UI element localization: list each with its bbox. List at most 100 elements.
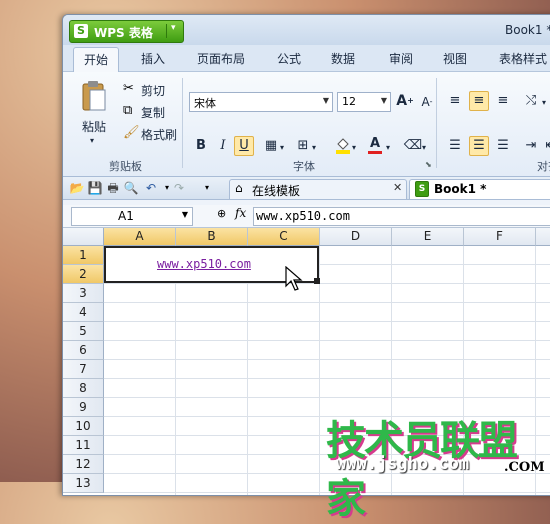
formula-value: www.xp510.com xyxy=(256,209,350,223)
doc-tab-templates[interactable]: ⌂ 在线模板 xyxy=(229,179,407,199)
text-direction-dropdown-icon[interactable]: ▾ xyxy=(539,93,549,113)
row-header-10[interactable]: 10 xyxy=(63,417,104,436)
zoom-icon[interactable]: ⊕ xyxy=(217,207,226,220)
wps-s-icon: S xyxy=(74,24,88,38)
column-header-d[interactable]: D xyxy=(320,228,392,246)
ribbon-tabs: 开始 插入 页面布局 公式 数据 审阅 视图 表格样式 xyxy=(63,45,550,74)
indent-icon: ⇥ xyxy=(525,138,537,153)
column-header-e[interactable]: E xyxy=(392,228,464,246)
quickbar-dropdown-icon[interactable]: ▾ xyxy=(199,180,215,196)
format-painter-button[interactable]: 🖌 格式刷 xyxy=(121,125,191,143)
align-center-button[interactable]: ☰ xyxy=(469,136,489,156)
align-middle-button[interactable]: ≡ xyxy=(469,91,489,111)
clipboard-group-title: 剪贴板 xyxy=(109,160,142,173)
cell-reference: A1 xyxy=(118,209,134,223)
text-direction-button[interactable]: ⤭ xyxy=(521,91,541,111)
copy-button[interactable]: ⧉ 复制 xyxy=(121,103,191,121)
align-right-button[interactable]: ☰ xyxy=(493,136,513,156)
merged-cell-link-text[interactable]: www.xp510.com xyxy=(157,257,251,271)
row-header-3[interactable]: 3 xyxy=(63,284,104,303)
row-header-6[interactable]: 6 xyxy=(63,341,104,360)
column-header-b[interactable]: B xyxy=(176,228,248,246)
column-header-a[interactable]: A xyxy=(104,228,176,246)
row-header-11[interactable]: 11 xyxy=(63,436,104,455)
open-folder-icon[interactable]: 📂 xyxy=(69,180,85,196)
row-header-12[interactable]: 12 xyxy=(63,455,104,474)
clear-format-dropdown-icon[interactable]: ▾ xyxy=(419,138,429,158)
wps-menu-button[interactable]: S WPS 表格 ▾ xyxy=(69,20,184,43)
align-bottom-icon: ≡ xyxy=(497,93,509,108)
paste-label[interactable]: 粘贴 xyxy=(82,118,106,135)
column-header-f[interactable]: F xyxy=(464,228,536,246)
column-header-g[interactable] xyxy=(536,228,550,246)
save-icon[interactable]: 💾 xyxy=(87,180,103,196)
brush-icon: 🖌 xyxy=(123,125,140,140)
paste-button[interactable] xyxy=(81,80,107,112)
row-header-13[interactable]: 13 xyxy=(63,474,104,493)
close-tab-icon[interactable]: ✕ xyxy=(393,181,402,194)
tab-data[interactable]: 数据 xyxy=(331,50,355,67)
underline-button[interactable]: U xyxy=(234,136,254,156)
font-color-dropdown-icon[interactable]: ▾ xyxy=(383,138,393,158)
align-left-button[interactable]: ☰ xyxy=(445,136,465,156)
doc-tab-book1-label: Book1 * xyxy=(434,182,487,196)
gridline xyxy=(104,397,550,398)
gridline xyxy=(104,321,550,322)
indent-button[interactable]: ⇥ xyxy=(521,136,541,156)
doc-tab-book1[interactable]: S Book1 * xyxy=(409,179,550,199)
tab-review[interactable]: 审阅 xyxy=(389,50,413,67)
merge-dropdown-icon[interactable]: ▾ xyxy=(309,138,319,158)
tab-formulas[interactable]: 公式 xyxy=(277,50,301,67)
select-all-corner[interactable] xyxy=(63,228,104,246)
row-header-2[interactable]: 2 xyxy=(63,265,104,284)
paste-dropdown-icon[interactable]: ▾ xyxy=(90,136,94,145)
tab-home[interactable]: 开始 xyxy=(73,47,120,74)
row-header-9[interactable]: 9 xyxy=(63,398,104,417)
row-header-7[interactable]: 7 xyxy=(63,360,104,379)
chevron-down-icon: ▼ xyxy=(322,96,329,105)
align-top-button[interactable]: ≡ xyxy=(445,91,465,111)
fill-handle[interactable] xyxy=(314,278,320,284)
font-color-button[interactable]: A xyxy=(365,134,385,154)
tab-table-style[interactable]: 表格样式 xyxy=(499,50,547,67)
redo-icon[interactable]: ↷ xyxy=(171,180,187,196)
watermark-url: www.jsgho.com xyxy=(336,454,470,474)
title-bar: S WPS 表格 ▾ Book1 * xyxy=(63,15,550,45)
tab-view[interactable]: 视图 xyxy=(443,50,467,67)
formula-input[interactable]: www.xp510.com xyxy=(253,207,550,226)
align-left-icon: ☰ xyxy=(449,138,461,153)
undo-icon[interactable]: ↶ xyxy=(143,180,159,196)
wps-dropdown-icon[interactable]: ▾ xyxy=(171,23,176,33)
tab-insert[interactable]: 插入 xyxy=(141,50,165,67)
font-dialog-launcher-icon[interactable]: ⬊ xyxy=(425,160,432,169)
print-icon[interactable]: 🖶 xyxy=(105,180,121,196)
align-bottom-button[interactable]: ≡ xyxy=(493,91,513,111)
font-name-select[interactable]: 宋体 ▼ xyxy=(189,92,333,112)
tab-page-layout[interactable]: 页面布局 xyxy=(197,50,245,67)
outdent-button[interactable]: ⇤ xyxy=(541,136,550,156)
row-header-1[interactable]: 1 xyxy=(63,246,104,265)
align-middle-icon: ≡ xyxy=(473,93,485,108)
row-header-8[interactable]: 8 xyxy=(63,379,104,398)
row-header-4[interactable]: 4 xyxy=(63,303,104,322)
doc-tab-templates-label: 在线模板 xyxy=(252,184,301,198)
bold-button[interactable]: B xyxy=(191,136,211,156)
copy-icon: ⧉ xyxy=(123,103,133,118)
cut-button[interactable]: ✂ 剪切 xyxy=(121,81,191,99)
italic-button[interactable]: I xyxy=(213,136,233,156)
column-header-c[interactable]: C xyxy=(248,228,320,246)
grow-font-button[interactable]: A+ xyxy=(395,91,415,111)
align-right-icon: ☰ xyxy=(497,138,509,153)
print-preview-icon[interactable]: 🔍 xyxy=(123,180,139,196)
borders-dropdown-icon[interactable]: ▾ xyxy=(277,138,287,158)
shrink-font-button[interactable]: A- xyxy=(417,92,437,112)
gridline xyxy=(104,359,550,360)
fill-color-dropdown-icon[interactable]: ▾ xyxy=(349,138,359,158)
name-box[interactable]: A1 ▼ xyxy=(71,207,193,226)
quick-access-bar: 📂 💾 🖶 🔍 ↶ ▾ ↷ ▾ ⌂ 在线模板 ✕ S Book1 * xyxy=(63,177,550,200)
chevron-down-icon: ▼ xyxy=(380,96,387,105)
font-size-select[interactable]: 12 ▼ xyxy=(337,92,391,112)
fx-icon[interactable]: fx xyxy=(235,206,246,220)
font-name-value: 宋体 xyxy=(194,97,216,110)
row-header-5[interactable]: 5 xyxy=(63,322,104,341)
